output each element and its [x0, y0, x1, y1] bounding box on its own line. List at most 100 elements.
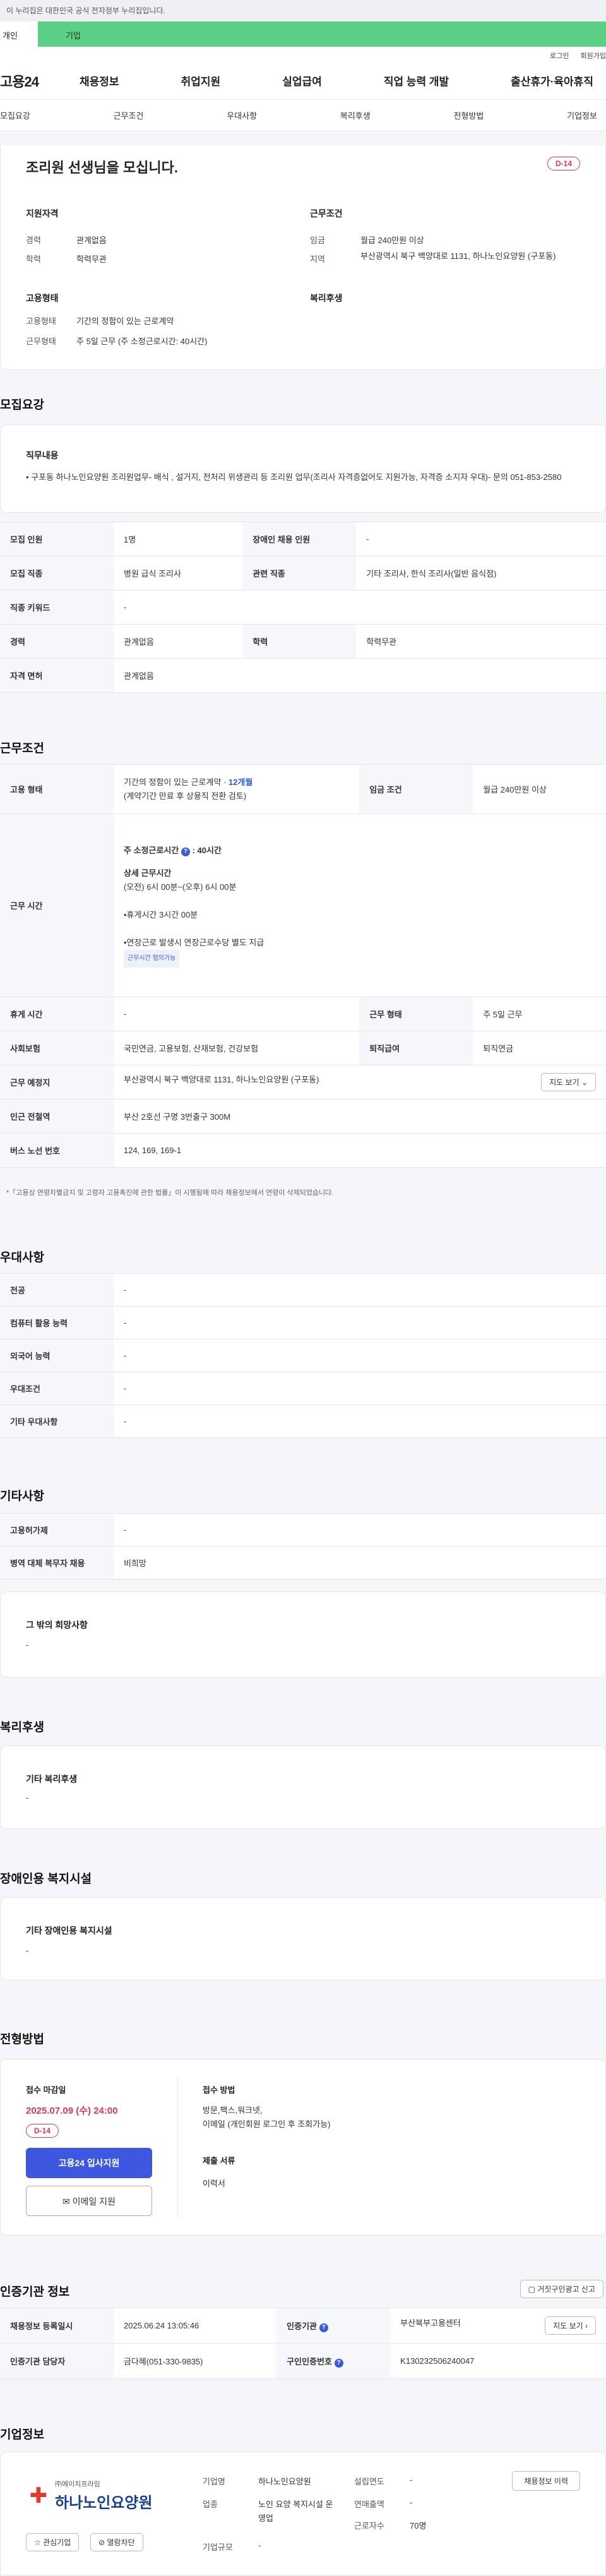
welfare-item-value: - — [26, 1793, 29, 1802]
etc-label: 고용허가제 — [0, 1513, 114, 1547]
block-label: 열람차단 — [107, 2538, 135, 2547]
info-icon[interactable]: ? — [181, 847, 190, 856]
job-history-button[interactable]: 채용정보 이력 — [512, 2471, 580, 2491]
welfare-card: 기타 복리후생 - — [0, 1746, 606, 1829]
etc-table: 고용허가제 - 병역 대체 복무자 채용 비희망 — [0, 1513, 606, 1579]
cell-label: 장애인 채용 인원 — [242, 522, 357, 556]
org-label: 인증기관 ? — [276, 2308, 391, 2344]
recruit-table: 모집 인원 1명 장애인 채용 인원 - 모집 직종 병원 급식 조리사 관련 직종 기타 … — [0, 522, 606, 693]
gnb-item-training[interactable]: 직업 능력 개발 — [384, 73, 449, 88]
tab-personal[interactable]: 개인 — [0, 21, 38, 47]
docs-value: 이력서 — [203, 2179, 225, 2188]
mail-icon: ✉ — [62, 2196, 70, 2207]
hope-card: 그 밖의 희망사항 - — [0, 1591, 606, 1677]
agency-table: 채용정보 등록일시 2025.06.24 13:05:46 인증기관 ? 부산북부고용… — [0, 2308, 606, 2379]
pension-label: 퇴직급여 — [359, 1031, 473, 1065]
org-map-button[interactable]: 지도 보기 › — [545, 2316, 596, 2335]
deadline-title: 접수 마감일 — [26, 2085, 66, 2095]
sales-value: - — [410, 2498, 413, 2507]
join-link[interactable]: 회원가입 — [581, 52, 606, 60]
gnb-menu: 채용정보 취업지원 실업급여 직업 능력 개발 출산휴가·육아휴직 — [80, 73, 606, 88]
recruit-title: 모집요강 — [0, 398, 44, 412]
login-link[interactable]: 로그인 — [550, 52, 569, 60]
deadline-value: 2025.07.09 (수) 24:00 — [26, 2106, 118, 2116]
anchor-company[interactable]: 기업정보 — [567, 109, 597, 121]
cell-value: - — [114, 590, 606, 625]
career-label: 경력 — [26, 236, 41, 245]
size-label: 기업규모 — [203, 2543, 233, 2552]
job-history-label: 채용정보 이력 — [524, 2477, 568, 2486]
work-table: 고용 형태 기간의 정함이 있는 근로계약 · 12개월 (계약기간 만료 후 상… — [0, 764, 606, 1168]
industry-value: 노인 요양 복지시설 운영업 — [258, 2500, 333, 2523]
emptype-value: 기간의 정함이 있는 근로계약 — [76, 316, 174, 326]
place-label: 근무 예정지 — [0, 1065, 114, 1099]
emp-value: 기간의 정함이 있는 근로계약 · 12개월 (계약기간 만료 후 상용직 전환 … — [114, 764, 360, 814]
process-card: 접수 마감일 2025.07.09 (수) 24:00 D-14 고용24 입사… — [0, 2059, 606, 2236]
industry-label: 업종 — [203, 2500, 218, 2509]
worktype-value: 주 5일 근무 (주 소정근로시간: 40시간) — [76, 337, 208, 346]
anchor-recruit[interactable]: 모집요강 — [0, 109, 30, 121]
subway-value: 부산 2호선 구명 3번출구 300M — [114, 1099, 606, 1134]
logo-mark-icon: ✚ — [29, 2484, 48, 2508]
weekly-hours-label: 주 소정근로시간 — [124, 845, 179, 855]
welfare-section-title: 복리후생 — [0, 1721, 44, 1734]
cell-value: 기타 조리사, 한식 조리사(일반 음식점) — [356, 556, 606, 590]
age-note: *「고용상 연령차별금지 및 고령자 고용촉진에 관한 법률」이 시행됨에 따라… — [6, 1189, 334, 1197]
apply-button-label: 고용24 입사지원 — [58, 2158, 120, 2168]
fav-company-button[interactable]: ☆ 관심기업 — [26, 2533, 80, 2551]
bus-value: 124, 169, 169-1 — [114, 1133, 606, 1168]
info-icon[interactable]: ? — [319, 2323, 328, 2332]
company-title: 기업정보 — [0, 2428, 44, 2441]
pref-label: 컴퓨터 활용 능력 — [0, 1306, 114, 1339]
hope-title: 그 밖의 희망사항 — [26, 1620, 88, 1630]
email-apply-button[interactable]: ✉ 이메일 지원 — [26, 2186, 152, 2216]
anchor-welfare[interactable]: 복리후생 — [340, 109, 371, 121]
pension-value: 퇴직연금 — [473, 1031, 606, 1065]
site-logo[interactable]: 고용24 — [0, 71, 80, 91]
method-value-2: 이메일 (개인회원 로그인 후 조회가능) — [203, 2119, 331, 2129]
etc-value: - — [114, 1513, 606, 1547]
pref-table: 전공 - 컴퓨터 활용 능력 - 외국어 능력 - 우대조건 - 기타 우대사항 - — [0, 1273, 606, 1438]
map-button[interactable]: 지도 보기 ⌄ — [541, 1073, 596, 1091]
region-value: 부산광역시 북구 백양대로 1131, 하나노인요양원 (구포동) — [360, 251, 556, 261]
docs-title: 제출 서류 — [203, 2156, 235, 2166]
gnb-item-employment-support[interactable]: 취업지원 — [181, 73, 221, 88]
bus-label: 버스 노선 번호 — [0, 1133, 114, 1168]
gnb-item-parental-leave[interactable]: 출산휴가·육아휴직 — [511, 73, 593, 88]
wage-label: 임금 — [310, 236, 325, 245]
false-ad-report-button[interactable]: ▢ 거짓구인광고 신고 — [520, 2280, 603, 2298]
tab-company[interactable]: 기업 — [38, 21, 606, 47]
region-label: 지역 — [310, 255, 325, 264]
chevron-right-icon: › — [585, 2321, 588, 2330]
gov-banner: 이 누리집은 대한민국 공식 전자정부 누리집입니다. — [0, 0, 606, 21]
section-anchor-nav: 모집요강 근무조건 우대사항 복리후생 전형방법 기업정보 — [0, 100, 606, 131]
employees-label: 근로자수 — [354, 2521, 384, 2531]
duty-title: 직무내용 — [26, 450, 59, 460]
apply-button[interactable]: 고용24 입사지원 — [26, 2148, 152, 2178]
detail-hours-title: 상세 근무시간 — [124, 868, 172, 878]
ins-label: 사회보험 — [0, 1031, 114, 1065]
time-label: 근무 시간 — [0, 813, 114, 997]
pref-label: 외국어 능력 — [0, 1339, 114, 1372]
negotiable-chip: 근무시간 협의가능 — [124, 949, 180, 967]
time-value: 주 소정근로시간 ? : 40시간 상세 근무시간 (오전) 6시 00분~(오… — [114, 813, 606, 997]
duty-card: 직무내용 • 구포동 하나노인요양원 조리원업무- 배식 , 설거지, 전처리 … — [0, 424, 606, 513]
pref-label: 기타 우대사항 — [0, 1405, 114, 1438]
sales-label: 연매출액 — [354, 2500, 384, 2509]
method-title: 접수 방법 — [203, 2085, 235, 2095]
info-icon[interactable]: ? — [334, 2358, 343, 2368]
gnb-item-unemployment-benefit[interactable]: 실업급여 — [282, 73, 322, 88]
worktype-label: 근무형태 — [26, 337, 56, 346]
gnb-item-jobs[interactable]: 채용정보 — [80, 73, 119, 88]
company-logo: ✚ ㈜에이치프라임 하나노인요양원 — [26, 2471, 158, 2522]
anchor-work[interactable]: 근무조건 — [114, 109, 144, 121]
company-card: ✚ ㈜에이치프라임 하나노인요양원 ☆ 관심기업 ⊘ 열람차단 기업명 하나노인… — [0, 2452, 606, 2575]
emp-value-main: 기간의 정함이 있는 근로계약 · — [124, 777, 229, 787]
anchor-pref[interactable]: 우대사항 — [227, 109, 257, 121]
anchor-process[interactable]: 전형방법 — [454, 109, 484, 121]
cname-label: 기업명 — [203, 2477, 225, 2486]
cname-value: 하나노인요양원 — [258, 2477, 311, 2486]
block-button[interactable]: ⊘ 열람차단 — [90, 2533, 143, 2551]
emptype-label: 고용형태 — [26, 316, 56, 326]
hope-value: - — [26, 1640, 29, 1650]
